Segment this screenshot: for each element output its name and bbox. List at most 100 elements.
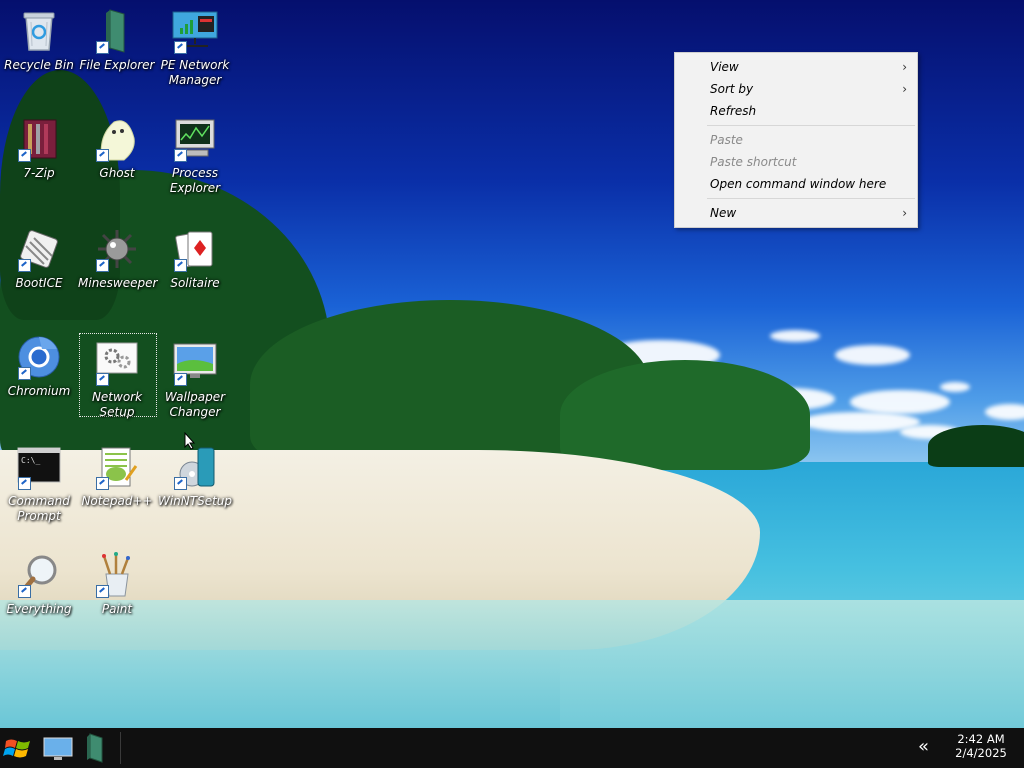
desktop-icon-everything[interactable]: Everything bbox=[0, 552, 78, 617]
menu-item-open-command-window[interactable]: Open command window here bbox=[675, 173, 917, 195]
windows-logo-icon bbox=[3, 739, 30, 758]
paint-icon bbox=[94, 552, 140, 598]
wallpaper-cloud bbox=[850, 390, 950, 414]
submenu-arrow-icon: › bbox=[902, 82, 907, 96]
wallpaper-changer-icon bbox=[172, 340, 218, 386]
desktop-icon-pe-network-manager[interactable]: PE Network Manager bbox=[156, 8, 234, 88]
chromium-icon bbox=[16, 334, 62, 380]
taskbar: « 2:42 AM 2/4/2025 bbox=[0, 728, 1024, 768]
shortcut-arrow-icon bbox=[18, 367, 31, 380]
menu-item-label: Sort by bbox=[710, 82, 754, 96]
shortcut-arrow-icon bbox=[96, 259, 109, 272]
desktop-icon-label: PE Network Manager bbox=[160, 58, 230, 87]
desktop-icon-label: Network Setup bbox=[91, 390, 143, 419]
wallpaper-island bbox=[928, 425, 1024, 467]
shortcut-arrow-icon bbox=[18, 477, 31, 490]
menu-item-label: View bbox=[710, 60, 739, 74]
menu-item-label: Paste shortcut bbox=[710, 155, 797, 169]
taskbar-clock[interactable]: 2:42 AM 2/4/2025 bbox=[952, 732, 1010, 760]
solitaire-icon bbox=[172, 226, 218, 272]
shortcut-arrow-icon bbox=[96, 585, 109, 598]
desktop-icon-recycle-bin[interactable]: Recycle Bin bbox=[0, 8, 78, 73]
wallpaper-cloud bbox=[835, 345, 910, 365]
wallpaper-cloud bbox=[940, 382, 970, 392]
desktop-icon-label: File Explorer bbox=[79, 58, 155, 72]
desktop-icon-network-setup[interactable]: Network Setup bbox=[78, 340, 156, 420]
shortcut-arrow-icon bbox=[18, 149, 31, 162]
menu-item-label: Open command window here bbox=[710, 177, 887, 191]
shortcut-arrow-icon bbox=[174, 477, 187, 490]
taskbar-separator bbox=[120, 732, 121, 764]
desktop[interactable]: Recycle Bin File Explorer PE Network Man… bbox=[0, 0, 1024, 728]
menu-item-paste-shortcut[interactable]: Paste shortcut bbox=[675, 151, 917, 173]
wallpaper-cloud bbox=[770, 330, 820, 342]
network-setup-icon bbox=[94, 340, 140, 386]
clock-time: 2:42 AM bbox=[957, 732, 1005, 746]
wallpaper-jungle bbox=[560, 360, 810, 470]
desktop-icon-paint[interactable]: Paint bbox=[78, 552, 156, 617]
desktop-icon-label: Command Prompt bbox=[8, 494, 70, 523]
shortcut-arrow-icon bbox=[174, 259, 187, 272]
desktop-context-menu: View › Sort by › Refresh Paste Paste sho… bbox=[674, 52, 918, 228]
notepadpp-icon bbox=[94, 444, 140, 490]
menu-item-sort-by[interactable]: Sort by › bbox=[675, 78, 917, 100]
minesweeper-icon bbox=[94, 226, 140, 272]
tray-overflow-chevron-icon[interactable]: « bbox=[918, 736, 929, 757]
shortcut-arrow-icon bbox=[174, 149, 187, 162]
svg-text:C:\_: C:\_ bbox=[21, 456, 40, 465]
desktop-icon-label: Recycle Bin bbox=[4, 58, 74, 72]
taskbar-file-explorer-button[interactable] bbox=[80, 732, 112, 764]
desktop-icon-minesweeper[interactable]: Minesweeper bbox=[78, 226, 158, 291]
menu-item-refresh[interactable]: Refresh bbox=[675, 100, 917, 122]
desktop-icon-7zip[interactable]: 7-Zip bbox=[0, 116, 78, 181]
desktop-icon-label: Solitaire bbox=[170, 276, 220, 290]
file-explorer-icon bbox=[94, 8, 140, 54]
desktop-icon-command-prompt[interactable]: C:\_ Command Prompt bbox=[0, 444, 78, 524]
menu-item-paste[interactable]: Paste bbox=[675, 129, 917, 151]
start-button[interactable] bbox=[2, 732, 34, 764]
menu-item-view[interactable]: View › bbox=[675, 56, 917, 78]
desktop-icon-ghost[interactable]: Ghost bbox=[78, 116, 156, 181]
shortcut-arrow-icon bbox=[96, 477, 109, 490]
desktop-icon-file-explorer[interactable]: File Explorer bbox=[78, 8, 156, 73]
desktop-icon-label: 7-Zip bbox=[23, 166, 55, 180]
desktop-icon-label: Ghost bbox=[99, 166, 135, 180]
monitor-icon bbox=[43, 737, 73, 760]
menu-item-label: Paste bbox=[710, 133, 743, 147]
desktop-icon-notepadpp[interactable]: Notepad++ bbox=[78, 444, 156, 509]
7zip-icon bbox=[16, 116, 62, 162]
menu-item-label: Refresh bbox=[710, 104, 757, 118]
shortcut-arrow-icon bbox=[174, 373, 187, 386]
menu-separator bbox=[707, 198, 915, 199]
desktop-icon-label: Chromium bbox=[7, 384, 71, 398]
desktop-icon-label: WinNTSetup bbox=[157, 494, 233, 508]
desktop-icon-chromium[interactable]: Chromium bbox=[0, 334, 78, 399]
shortcut-arrow-icon bbox=[96, 373, 109, 386]
desktop-icon-label: Minesweeper bbox=[78, 276, 158, 290]
desktop-icon-label: Wallpaper Changer bbox=[164, 390, 226, 419]
wallpaper-cloud bbox=[985, 404, 1024, 420]
menu-item-label: New bbox=[710, 206, 737, 220]
desktop-icon-bootice[interactable]: BootICE bbox=[0, 226, 78, 291]
submenu-arrow-icon: › bbox=[902, 60, 907, 74]
mouse-cursor-icon bbox=[184, 432, 196, 450]
winntsetup-icon bbox=[172, 444, 218, 490]
shortcut-arrow-icon bbox=[174, 41, 187, 54]
shortcut-arrow-icon bbox=[18, 585, 31, 598]
recycle-bin-icon bbox=[16, 8, 62, 54]
taskbar-show-desktop-button[interactable] bbox=[42, 732, 74, 764]
network-manager-icon bbox=[172, 8, 218, 54]
desktop-icon-wallpaper-changer[interactable]: Wallpaper Changer bbox=[156, 340, 234, 420]
menu-item-new[interactable]: New › bbox=[675, 202, 917, 224]
desktop-icon-label: Paint bbox=[101, 602, 133, 616]
desktop-icon-process-explorer[interactable]: Process Explorer bbox=[156, 116, 234, 196]
clock-date: 2/4/2025 bbox=[955, 746, 1007, 760]
desktop-icon-solitaire[interactable]: Solitaire bbox=[156, 226, 234, 291]
desktop-icon-winntsetup[interactable]: WinNTSetup bbox=[156, 444, 234, 509]
command-prompt-icon: C:\_ bbox=[16, 444, 62, 490]
everything-icon bbox=[16, 552, 62, 598]
shortcut-arrow-icon bbox=[18, 259, 31, 272]
wallpaper-shallow-water bbox=[0, 600, 1024, 728]
bootice-icon bbox=[16, 226, 62, 272]
shortcut-arrow-icon bbox=[96, 149, 109, 162]
